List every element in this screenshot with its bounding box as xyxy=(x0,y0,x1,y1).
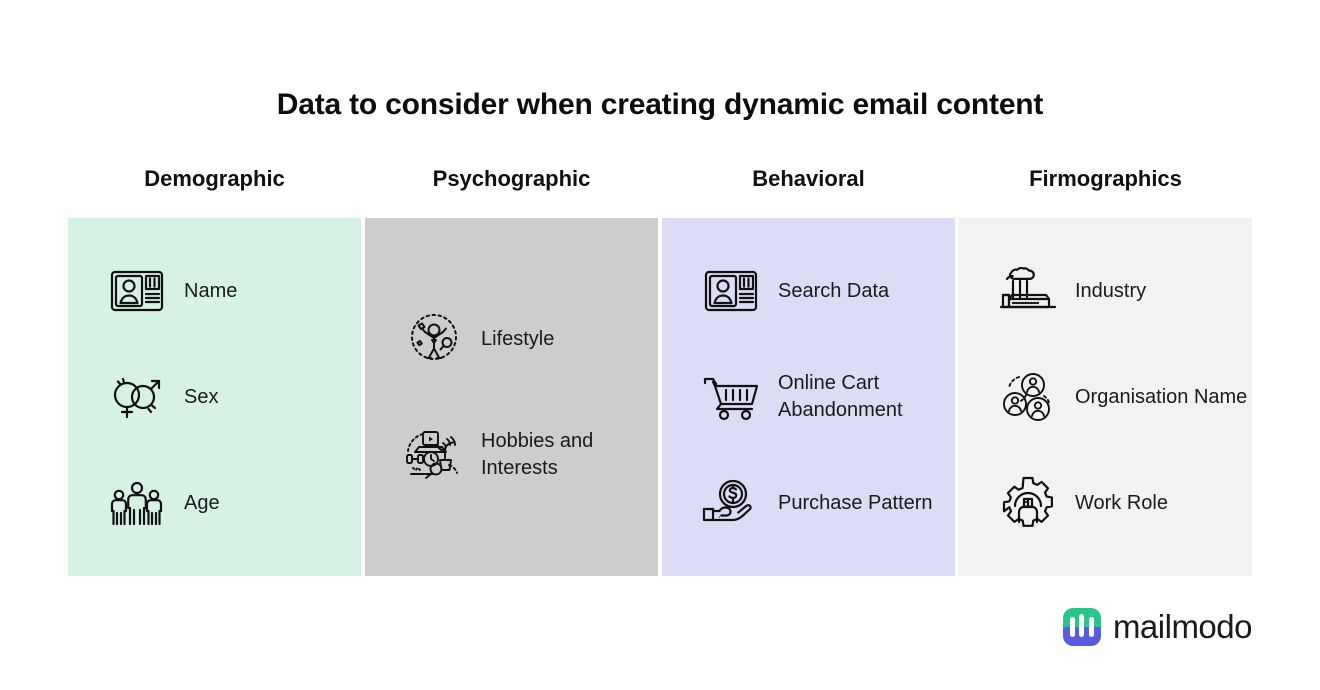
column-headers-row: Demographic Psychographic Behavioral Fir… xyxy=(68,166,1252,192)
list-item: Industry xyxy=(997,260,1252,322)
shopping-cart-icon xyxy=(700,366,762,428)
person-celebrating-icon xyxy=(403,308,465,370)
people-group-icon xyxy=(997,366,1059,428)
logo-bar-left xyxy=(1069,617,1075,637)
column-demographic: Name Sex Age xyxy=(68,218,361,576)
list-item-label: Lifestyle xyxy=(481,327,555,350)
list-item-label: Search Data xyxy=(778,279,890,302)
list-item: Organisation Name xyxy=(997,366,1252,428)
list-item: Search Data xyxy=(700,260,955,322)
logo-bar-center xyxy=(1079,614,1085,637)
list-item: Online Cart Abandonment xyxy=(700,366,955,428)
list-item: Lifestyle xyxy=(403,308,658,370)
columns-row: Name Sex Age Lifestyle Hobbies and Inter… xyxy=(68,218,1252,576)
list-item: Hobbies and Interests xyxy=(403,424,658,486)
column-firmographics: Industry Organisation Name Work Role xyxy=(959,218,1252,576)
list-item: Purchase Pattern xyxy=(700,472,955,534)
three-people-icon xyxy=(106,472,168,534)
list-item-label: Hobbies and Interests xyxy=(481,430,594,479)
gender-symbols-icon xyxy=(106,366,168,428)
column-behavioral: Search Data Online Cart Abandonment Purc… xyxy=(662,218,955,576)
column-header-demographic: Demographic xyxy=(144,166,285,191)
list-item-label: Industry xyxy=(1075,279,1147,302)
id-card-icon xyxy=(106,260,168,322)
list-item-label: Age xyxy=(184,491,220,514)
list-item-label: Sex xyxy=(184,385,219,408)
list-item-label: Online Cart Abandonment xyxy=(778,372,903,421)
column-header-psychographic: Psychographic xyxy=(432,166,591,191)
column-header-behavioral: Behavioral xyxy=(752,166,865,191)
list-item: Sex xyxy=(106,366,361,428)
list-item: Age xyxy=(106,472,361,534)
gear-person-icon xyxy=(997,472,1059,534)
mailmodo-brand: mailmodo xyxy=(1062,608,1253,646)
logo-bar-right xyxy=(1088,617,1094,637)
hobbies-collage-icon xyxy=(403,424,465,486)
hand-holding-coin-icon xyxy=(700,472,762,534)
list-item-label: Organisation Name xyxy=(1075,385,1248,408)
mailmodo-logo-mark xyxy=(1062,608,1101,646)
list-item: Work Role xyxy=(997,472,1252,534)
list-item-label: Name xyxy=(184,279,238,302)
list-item-label: Purchase Pattern xyxy=(778,491,933,514)
list-item-label: Work Role xyxy=(1075,491,1168,514)
brand-name: mailmodo xyxy=(1112,608,1253,645)
factory-icon xyxy=(997,260,1059,322)
column-header-firmographics: Firmographics xyxy=(1029,166,1182,191)
list-item: Name xyxy=(106,260,361,322)
id-card-icon xyxy=(700,260,762,322)
page-title: Data to consider when creating dynamic e… xyxy=(276,88,1044,122)
column-psychographic: Lifestyle Hobbies and Interests xyxy=(365,218,658,576)
